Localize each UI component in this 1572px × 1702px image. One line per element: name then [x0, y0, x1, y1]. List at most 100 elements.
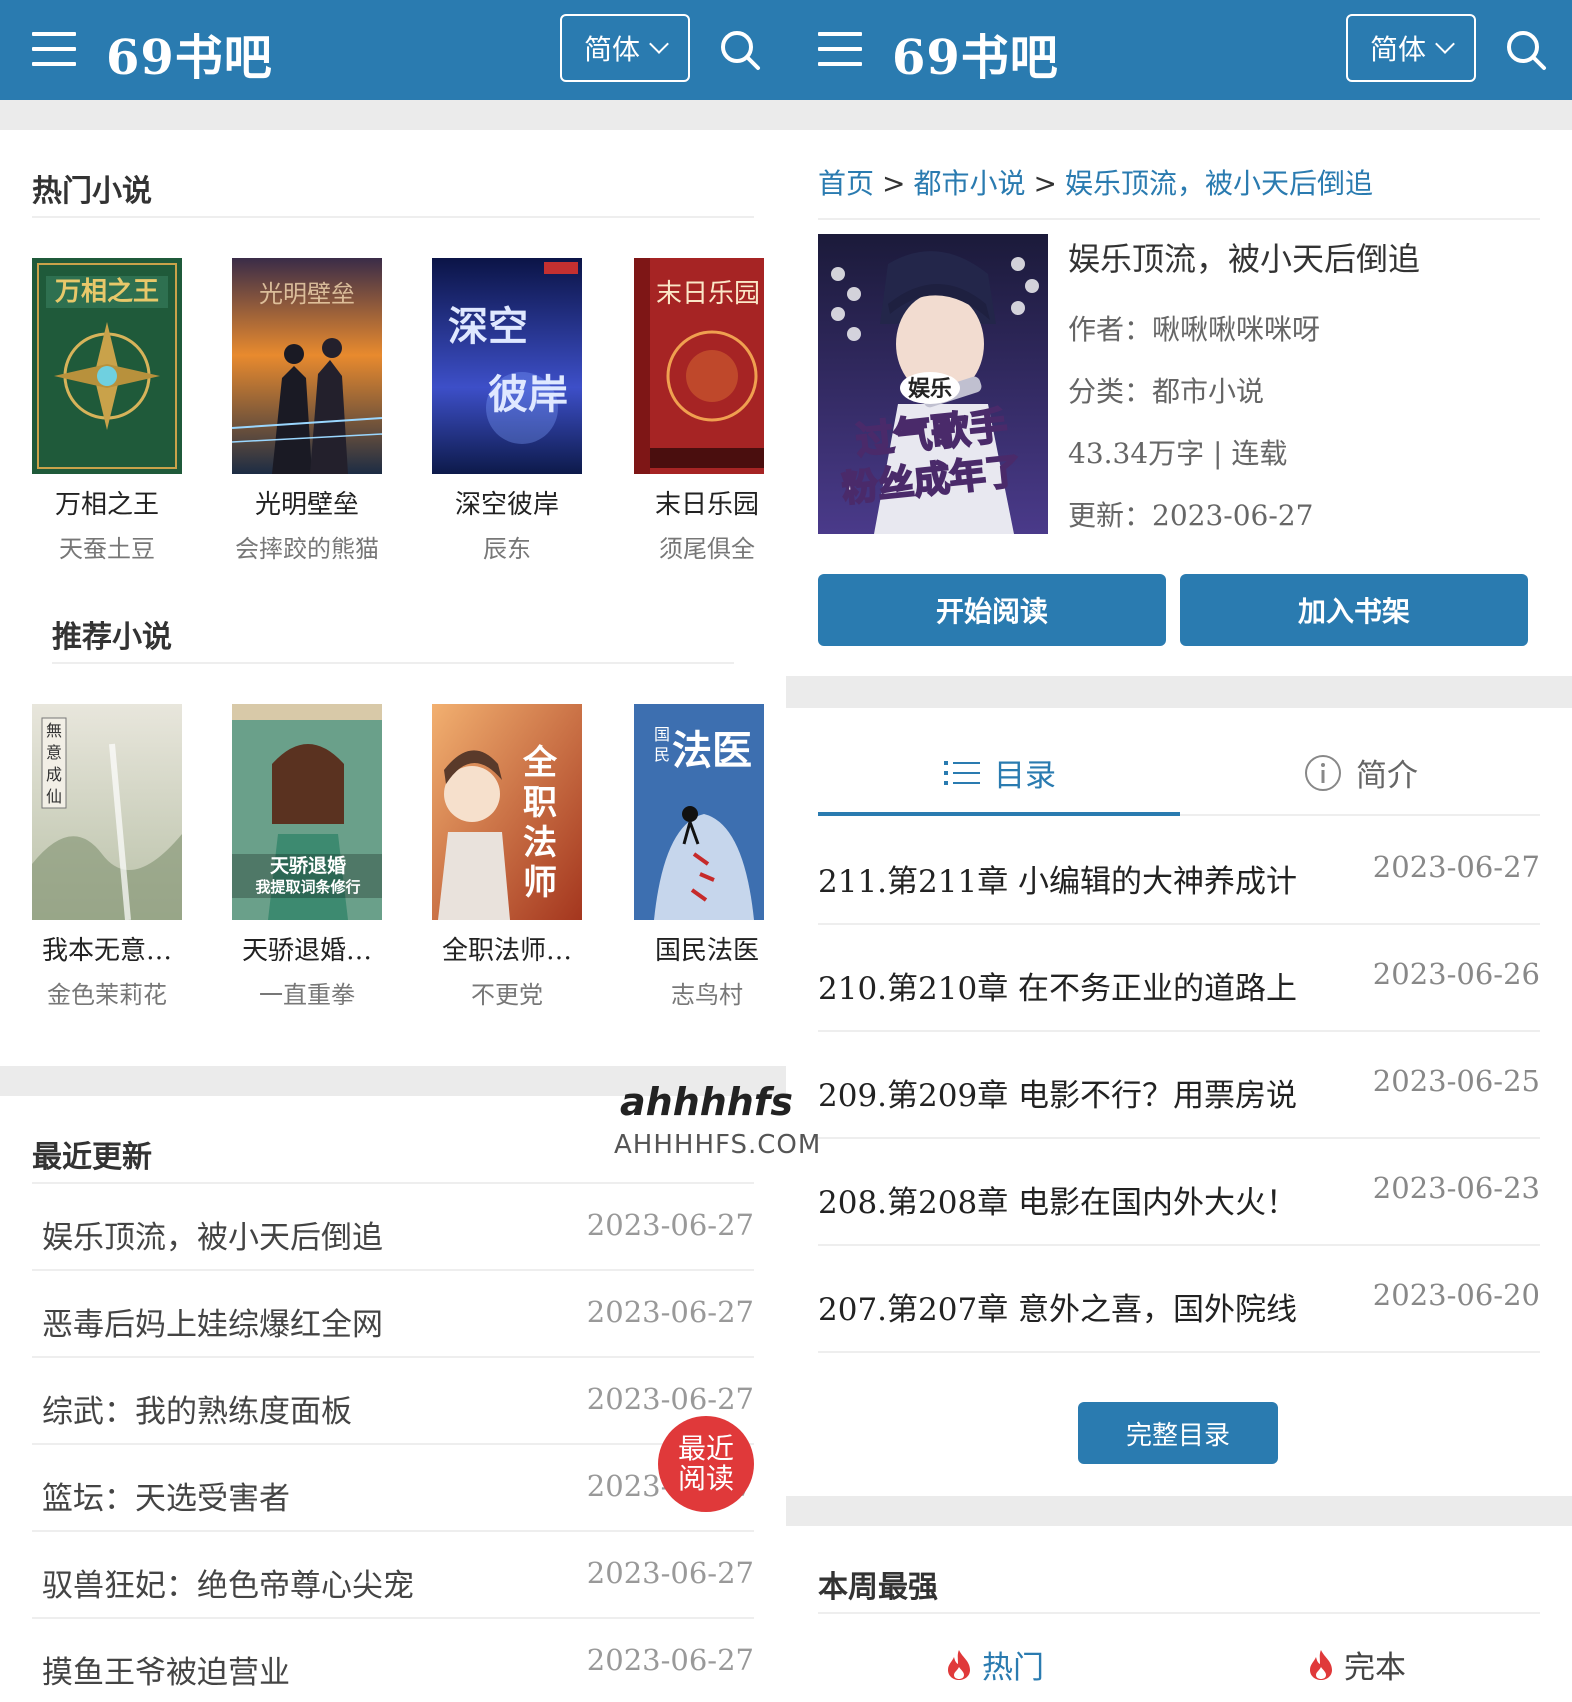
book-item[interactable]: 法医国民 国民法医 志鸟村 [632, 704, 782, 1010]
book-updated: 更新：2023-06-27 [1068, 499, 1314, 532]
chevron-down-icon [649, 34, 669, 54]
tab-toc[interactable]: 目录 [944, 750, 1056, 795]
rank-tab-hot[interactable]: 热门 [946, 1642, 1044, 1687]
fab-label: 最近 [677, 1432, 734, 1465]
book-title: 我本无意… [41, 936, 172, 966]
update-title: 恶毒后妈上娃综爆红全网 [42, 1307, 383, 1343]
book-item[interactable]: 天骄退婚 我提取词条修行 天骄退婚… 一直重拳 [232, 704, 382, 1010]
svg-text:天骄退婚: 天骄退婚 [270, 854, 346, 877]
svg-text:光明壁垒: 光明壁垒 [259, 280, 355, 308]
update-date: 2023-06-27 [586, 1295, 754, 1329]
chapter-row[interactable]: 207.第207章 意外之喜，国外院线 2023-06-20 [818, 1246, 1540, 1353]
svg-text:国: 国 [654, 725, 670, 744]
recent-reading-button[interactable]: 最近 阅读 [658, 1416, 754, 1512]
chapter-title: 207.第207章 意外之喜，国外院线 [818, 1292, 1298, 1328]
divider [32, 216, 754, 218]
svg-text:民: 民 [654, 745, 670, 764]
book-cover: 無意成仙 [32, 704, 182, 920]
svg-text:無: 無 [46, 721, 62, 740]
svg-text:法: 法 [523, 823, 557, 863]
breadcrumb-category[interactable]: 都市小说 [913, 167, 1025, 200]
book-item[interactable]: 万相之王 万相之王 天蚕土豆 [32, 258, 182, 564]
chapter-date: 2023-06-27 [1372, 850, 1540, 884]
book-cover: 娱乐 过气歌手 粉丝成年了 [818, 234, 1048, 534]
language-select[interactable]: 简体 [560, 14, 690, 82]
book-author: 辰东 [483, 535, 531, 563]
breadcrumb-separator: > [882, 167, 906, 200]
book-title: 全职法师… [441, 936, 572, 966]
flame-icon [948, 1649, 970, 1680]
breadcrumb-current[interactable]: 娱乐顶流，被小天后倒追 [1065, 167, 1373, 200]
update-date: 2023-06-27 [586, 1556, 754, 1590]
add-to-shelf-button[interactable]: 加入书架 [1180, 574, 1528, 646]
tab-intro-label: 简介 [1356, 758, 1418, 794]
update-title: 娱乐顶流，被小天后倒追 [42, 1220, 383, 1256]
book-detail-card: 首页 > 都市小说 > 娱乐顶流，被小天后倒追 娱乐 过气歌手 粉丝成年了 娱乐顶流，被小天… [786, 130, 1572, 676]
chapter-date: 2023-06-26 [1372, 957, 1540, 991]
rank-tab-finished[interactable]: 完本 [1308, 1642, 1406, 1687]
watermark-url: AHHHHFS.COM [614, 1130, 822, 1160]
site-logo[interactable]: 69书吧 [892, 18, 1059, 88]
book-cover: 万相之王 [32, 258, 182, 474]
chapter-row[interactable]: 211.第211章 小编辑的大神养成计 2023-06-27 [818, 818, 1540, 925]
list-item[interactable]: 恶毒后妈上娃综爆红全网 2023-06-27 [32, 1271, 754, 1358]
search-icon[interactable] [718, 28, 762, 72]
flame-icon [1310, 1649, 1332, 1680]
start-reading-button[interactable]: 开始阅读 [818, 574, 1166, 646]
book-item[interactable]: 無意成仙 我本无意… 金色茉莉花 [32, 704, 182, 1010]
chapter-row[interactable]: 209.第209章 电影不行？用票房说 2023-06-25 [818, 1032, 1540, 1139]
top-bar: 69书吧 简体 [0, 0, 786, 100]
svg-text:深空: 深空 [448, 303, 528, 350]
breadcrumb-separator: > [1033, 167, 1057, 200]
svg-text:彼岸: 彼岸 [488, 371, 568, 418]
right-pane: 69书吧 简体 首页 > 都市小说 > 娱乐顶流，被小天后倒追 娱乐 过气歌手 粉丝成年了 … [786, 0, 1572, 1702]
full-toc-button[interactable]: 完整目录 [1078, 1402, 1278, 1464]
chapter-date: 2023-06-20 [1372, 1278, 1540, 1312]
language-label: 简体 [1369, 33, 1426, 66]
tab-intro[interactable]: 简介 [1304, 750, 1418, 795]
divider [818, 1612, 1540, 1614]
menu-icon[interactable] [818, 32, 862, 68]
list-item[interactable]: 驭兽狂妃：绝色帝尊心尖宠 2023-06-27 [32, 1532, 754, 1619]
book-item[interactable]: 深空 彼岸 深空彼岸 辰东 [432, 258, 582, 564]
book-author: 作者：啾啾啾咪咪呀 [1068, 313, 1321, 346]
book-title: 光明壁垒 [254, 490, 359, 520]
book-title: 万相之王 [54, 490, 159, 520]
update-title: 篮坛：天选受害者 [42, 1481, 290, 1517]
recommend-section-title: 推荐小说 [52, 620, 172, 655]
list-item[interactable]: 娱乐顶流，被小天后倒追 2023-06-27 [32, 1184, 754, 1271]
chapter-row[interactable]: 210.第210章 在不务正业的道路上 2023-06-26 [818, 925, 1540, 1032]
list-item[interactable]: 摸鱼王爷被迫营业 2023-06-27 [32, 1619, 754, 1702]
search-icon[interactable] [1504, 28, 1548, 72]
book-author: 志鸟村 [671, 981, 743, 1009]
svg-text:成: 成 [46, 765, 62, 784]
book-title: 深空彼岸 [454, 490, 559, 520]
site-logo[interactable]: 69书吧 [106, 18, 273, 88]
chapter-row[interactable]: 208.第208章 电影在国内外大火！ 2023-06-23 [818, 1139, 1540, 1246]
list-icon [944, 760, 980, 785]
list-item[interactable]: 篮坛：天选受害者 2023-06-27 [32, 1445, 754, 1532]
book-title: 国民法医 [654, 936, 759, 966]
book-item[interactable]: 全职法师 全职法师… 不更党 [432, 704, 582, 1010]
chapter-date: 2023-06-23 [1372, 1171, 1540, 1205]
language-select[interactable]: 简体 [1346, 14, 1476, 82]
svg-text:法医: 法医 [672, 727, 752, 774]
menu-icon[interactable] [32, 32, 76, 68]
svg-text:末日乐园: 末日乐园 [656, 279, 760, 309]
book-item[interactable]: 光明壁垒 光明壁垒 会摔跤的熊猫 [232, 258, 382, 564]
book-cover: 法医国民 [634, 704, 764, 920]
left-pane: 69书吧 简体 热门小说 万相之王 万相之王 天蚕土豆 光明壁垒 光明壁垒 会摔… [0, 0, 786, 1702]
recent-section-title: 最近更新 [32, 1140, 152, 1175]
info-icon [1305, 754, 1341, 791]
list-item[interactable]: 综武：我的熟练度面板 2023-06-27 [32, 1358, 754, 1445]
breadcrumb-home[interactable]: 首页 [818, 167, 874, 200]
book-author: 一直重拳 [259, 981, 355, 1009]
weekly-section-title: 本周最强 [818, 1570, 938, 1605]
book-author: 须尾俱全 [659, 535, 755, 563]
update-date: 2023-06-27 [586, 1643, 754, 1677]
watermark: ahhhhfs AHHHHFS.COM [612, 1080, 852, 1160]
top-bar: 69书吧 简体 [786, 0, 1572, 100]
rank-tab-label: 热门 [982, 1650, 1044, 1686]
book-title: 娱乐顶流，被小天后倒追 [1068, 240, 1421, 278]
book-item[interactable]: 末日乐园 末日乐园 须尾俱全 [632, 258, 782, 564]
